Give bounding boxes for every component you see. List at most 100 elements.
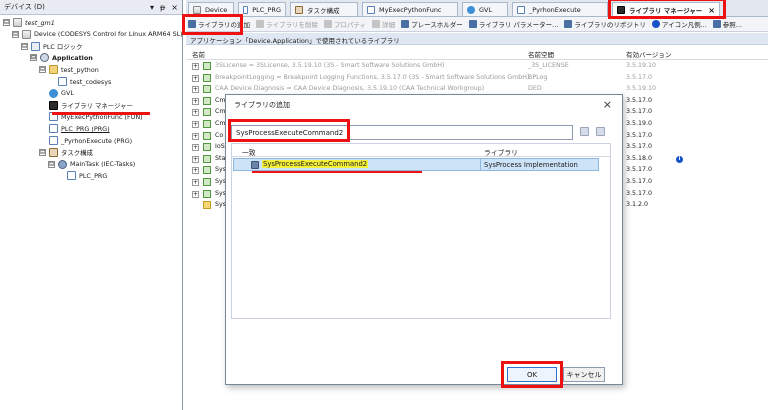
- col-match[interactable]: 一致: [242, 147, 256, 157]
- tree-node[interactable]: PLC_PRG: [57, 170, 107, 181]
- tree-node[interactable]: ⊟ タスク構成: [39, 147, 93, 158]
- tree-node-label: タスク構成: [61, 148, 93, 157]
- placeholder-icon: [401, 20, 410, 28]
- tree-node[interactable]: PLC_PRG (PRG): [39, 123, 110, 134]
- library-row[interactable]: +3SLicense = 3SLicense, 3.5.19.10 (3S - …: [186, 61, 768, 72]
- library-name: 3SLicense = 3SLicense, 3.5.19.10 (3S - S…: [215, 62, 445, 69]
- tree-node[interactable]: ⊟ PLC ロジック: [21, 41, 82, 52]
- library-name: Sta: [215, 154, 226, 162]
- tab-4[interactable]: GVL: [462, 2, 508, 16]
- cancel-button[interactable]: キャンセル: [563, 367, 605, 382]
- tree-node[interactable]: _PyrhonExecute (PRG): [39, 135, 132, 146]
- sort-icon[interactable]: [580, 127, 589, 136]
- library-name: Cm: [215, 108, 226, 116]
- toolbar-button-2[interactable]: プロパティ: [324, 19, 366, 29]
- toolbar-button-label: ライブラリ パラメーター...: [478, 21, 559, 29]
- details-icon: [372, 20, 381, 28]
- library-icon: [203, 189, 211, 198]
- library-version: 3.5.17.0: [626, 189, 653, 197]
- tree-node[interactable]: ⊟ Application: [30, 52, 93, 63]
- expand-toggle-icon[interactable]: +: [192, 86, 199, 94]
- library-name: IoS: [215, 143, 225, 151]
- toolbar-button-6[interactable]: ライブラリのリポジトリ: [564, 19, 646, 29]
- highlight-add-library: [182, 14, 243, 35]
- expand-toggle-icon[interactable]: [192, 202, 199, 209]
- library-icon: [203, 73, 211, 82]
- library-name: BreakpointLogging = Breakpoint Logging F…: [215, 73, 530, 81]
- toolbar-button-5[interactable]: ライブラリ パラメーター...: [468, 19, 559, 29]
- expand-toggle-icon[interactable]: ⊟: [39, 148, 46, 156]
- expand-toggle-icon[interactable]: ⊟: [39, 66, 46, 74]
- library-version: 3.5.17.0: [626, 143, 653, 151]
- expand-toggle-icon[interactable]: ⊟: [3, 19, 10, 26]
- expand-toggle-icon[interactable]: ⊟: [12, 30, 19, 38]
- col-version[interactable]: 有効バージョン: [626, 49, 671, 59]
- function-icon: [251, 161, 259, 169]
- expand-toggle-icon[interactable]: ⊟: [48, 160, 55, 168]
- device-icon: [193, 5, 201, 14]
- tree-node[interactable]: ⊟ test_gm1: [3, 17, 55, 28]
- expand-toggle-icon[interactable]: +: [192, 121, 199, 128]
- tree-node[interactable]: ライブラリ マネージャー: [39, 100, 133, 111]
- pane-controls: ▾ ᵽ ×: [150, 3, 178, 12]
- pane-pin-icon[interactable]: ᵽ: [160, 3, 165, 12]
- expand-toggle-icon[interactable]: +: [192, 167, 199, 175]
- tree-node[interactable]: ⊟ MainTask (IEC-Tasks): [48, 159, 135, 170]
- toolbar-button-3[interactable]: 詳細: [372, 19, 395, 29]
- tab-2[interactable]: タスク構成: [290, 2, 358, 16]
- result-row[interactable]: SysProcessExecuteCommand2 SysProcess Imp…: [233, 158, 599, 171]
- highlight-library-manager-tab: [608, 0, 726, 19]
- toolbar-button-8[interactable]: 参照...: [712, 19, 742, 29]
- col-namespace[interactable]: 名前空間: [528, 49, 554, 59]
- expand-toggle-icon[interactable]: +: [192, 97, 199, 105]
- expand-toggle-icon[interactable]: +: [192, 155, 199, 163]
- expand-toggle-icon[interactable]: +: [192, 74, 199, 82]
- pou-icon: [49, 136, 58, 145]
- tree-node[interactable]: test_codesys: [48, 76, 111, 87]
- expand-toggle-icon[interactable]: +: [192, 179, 199, 186]
- toolbar-button-1[interactable]: ライブラリを削除: [256, 19, 318, 29]
- tab-3[interactable]: MyExecPythonFunc: [362, 2, 458, 16]
- tree-node-label: test_codesys: [70, 77, 112, 86]
- tab-5[interactable]: _PyrhonExecute: [512, 2, 608, 16]
- tree-node[interactable]: GVL: [39, 88, 74, 99]
- info-icon[interactable]: i: [676, 155, 683, 163]
- expand-toggle-icon[interactable]: ⊟: [21, 42, 28, 50]
- tree-node-label: GVL: [61, 89, 74, 98]
- library-version: 3.5.17.0: [626, 73, 653, 81]
- pane-menu-icon[interactable]: ▾: [150, 3, 154, 12]
- dialog-title: ライブラリの追加: [234, 101, 290, 109]
- toolbar-button-label: アイコン凡例...: [661, 21, 707, 29]
- library-icon: [203, 178, 211, 186]
- expand-toggle-icon[interactable]: +: [192, 132, 199, 140]
- pou-call-icon: [67, 171, 76, 181]
- toolbar-button-7[interactable]: アイコン凡例...: [651, 19, 707, 29]
- tab-1[interactable]: PLC_PRG: [238, 2, 286, 16]
- col-name[interactable]: 名前: [192, 49, 205, 59]
- library-icon: [203, 120, 211, 128]
- application-icon: [40, 53, 49, 63]
- library-icon: [203, 154, 211, 163]
- expand-toggle-icon[interactable]: ⊟: [30, 54, 37, 62]
- search-options: [580, 127, 608, 136]
- tree-node[interactable]: ⊟ test_python: [39, 64, 99, 75]
- reference-icon: [712, 20, 721, 28]
- pane-close-icon[interactable]: ×: [171, 3, 178, 12]
- device-icon: [22, 29, 31, 39]
- add-library-dialog: ライブラリの追加 × SysProcessExecuteCommand2 一致 …: [225, 94, 623, 388]
- expand-toggle-icon[interactable]: +: [192, 144, 199, 152]
- toolbar-button-4[interactable]: プレースホルダー: [401, 19, 463, 29]
- expand-toggle-icon[interactable]: +: [192, 63, 199, 70]
- library-version: 3.5.19.10: [626, 85, 657, 93]
- close-icon[interactable]: ×: [603, 98, 612, 111]
- expand-toggle-icon[interactable]: +: [192, 109, 199, 117]
- result-library: SysProcess Implementation: [484, 161, 578, 169]
- col-library[interactable]: ライブラリ: [484, 147, 518, 157]
- expand-toggle-icon[interactable]: +: [192, 190, 199, 198]
- tree-node[interactable]: ⊟ Device (CODESYS Control for Linux ARM64…: [12, 29, 183, 40]
- filter-icon[interactable]: [596, 127, 605, 136]
- highlight-search-input: [228, 119, 350, 142]
- library-row[interactable]: + BreakpointLogging = Breakpoint Logging …: [186, 73, 768, 84]
- highlight-underline-result: [252, 171, 422, 173]
- repository-icon: [564, 20, 573, 28]
